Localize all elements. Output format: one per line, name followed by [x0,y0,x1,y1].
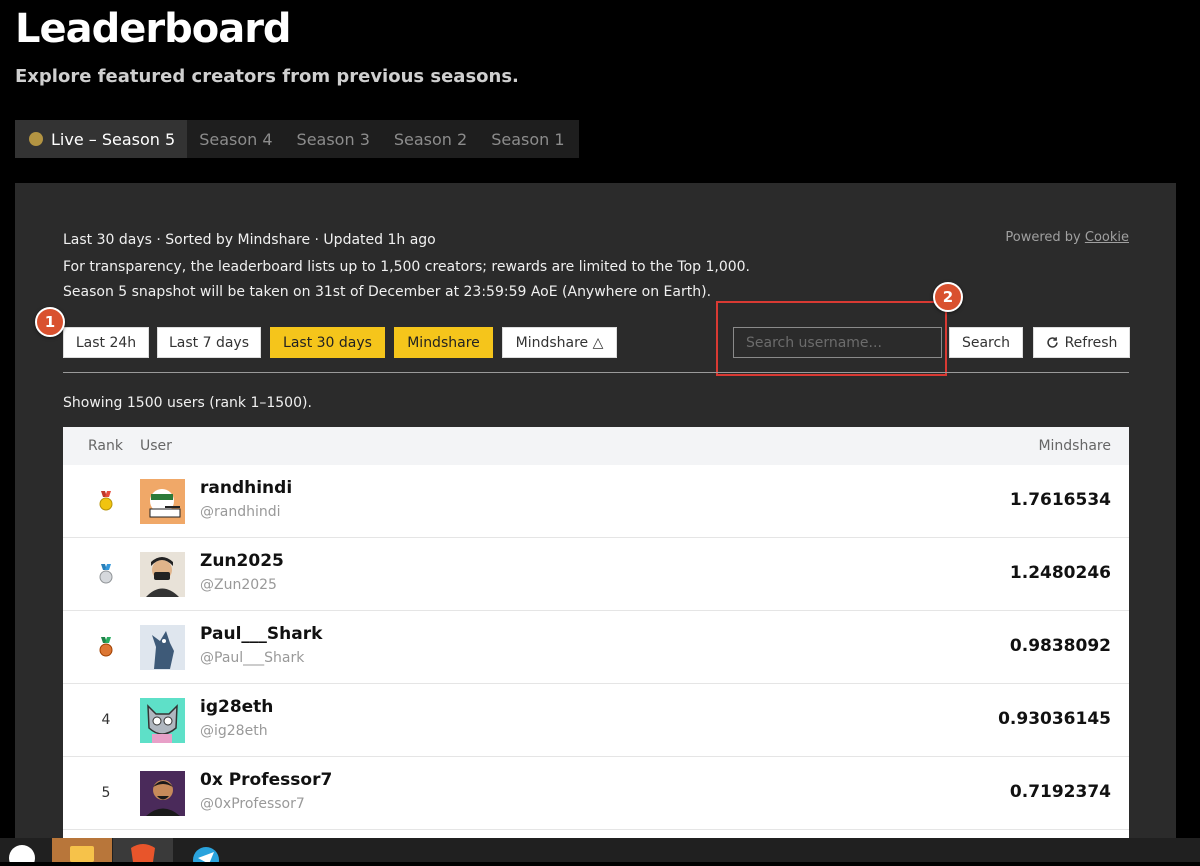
zalo-app-icon[interactable] [2,838,38,866]
annotation-badge-2: 2 [933,282,963,312]
tab-season-4[interactable]: Season 4 [187,120,284,158]
rank-cell [91,538,121,610]
tab-season-2[interactable]: Season 2 [382,120,479,158]
last-30-days-button[interactable]: Last 30 days [270,327,385,358]
rank-number: 5 [101,785,111,801]
last-24h-button[interactable]: Last 24h [63,327,149,358]
avatar[interactable] [140,698,185,743]
avatar[interactable] [140,479,185,524]
mindshare-value: 0.7192374 [1009,782,1111,802]
leaderboard-table: Rank User Mindshare randhindi @randhindi… [63,427,1129,862]
table-row[interactable]: randhindi @randhindi 1.7616534 [63,465,1129,538]
season-tabs: Live – Season 5 Season 4 Season 3 Season… [15,120,579,158]
page-subtitle: Explore featured creators from previous … [15,66,519,87]
tab-live-season-5[interactable]: Live – Season 5 [15,120,188,158]
telegram-app-icon[interactable] [188,838,224,866]
mindshare-sort-button[interactable]: Mindshare △ [502,327,617,358]
user-handle: @randhindi [200,504,281,520]
refresh-icon [1046,337,1058,348]
table-row[interactable]: Zun2025 @Zun2025 1.2480246 [63,538,1129,611]
username[interactable]: 0x Professor7 [200,770,332,790]
live-indicator-icon [29,132,43,146]
info-snapshot: Season 5 snapshot will be taken on 31st … [63,284,712,300]
avatar[interactable] [140,771,185,816]
notes-app-icon[interactable] [52,838,112,862]
username[interactable]: Paul___Shark [200,624,322,644]
mindshare-value: 0.93036145 [998,709,1111,729]
leaderboard-panel: Last 30 days · Sorted by Mindshare · Upd… [15,183,1176,862]
rank-cell [91,465,121,537]
user-handle: @Paul___Shark [200,650,305,666]
username[interactable]: randhindi [200,478,292,498]
mindshare-value: 1.2480246 [1009,563,1111,583]
info-transparency: For transparency, the leaderboard lists … [63,259,751,275]
mindshare-value: 1.7616534 [1009,490,1111,510]
avatar[interactable] [140,625,185,670]
table-row[interactable]: Paul___Shark @Paul___Shark 0.9838092 [63,611,1129,684]
user-handle: @0xProfessor7 [200,796,305,812]
tab-label: Live – Season 5 [51,129,176,149]
cookie-link[interactable]: Cookie [1085,230,1129,245]
mindshare-value: 0.9838092 [1009,636,1111,656]
taskbar [0,838,1200,866]
bronze-medal-icon [99,637,113,657]
mindshare-header: Mindshare [1038,438,1111,454]
page-title: Leaderboard [15,6,292,52]
last-7-days-button[interactable]: Last 7 days [157,327,261,358]
user-header: User [140,438,172,454]
info-summary: Last 30 days · Sorted by Mindshare · Upd… [63,232,436,248]
username[interactable]: Zun2025 [200,551,284,571]
table-header: Rank User Mindshare [63,427,1129,465]
refresh-button[interactable]: Refresh [1033,327,1130,358]
tab-season-1[interactable]: Season 1 [479,120,576,158]
powered-by-label: Powered by [1005,230,1081,245]
divider [63,372,1129,373]
showing-count: Showing 1500 users (rank 1–1500). [63,395,312,411]
user-handle: @Zun2025 [200,577,277,593]
powered-by: Powered by Cookie [1005,230,1129,245]
tab-season-3[interactable]: Season 3 [285,120,382,158]
annotation-badge-1: 1 [35,307,65,337]
table-row[interactable]: 4 ig28eth @ig28eth 0.93036145 [63,684,1129,757]
avatar[interactable] [140,552,185,597]
mindshare-button[interactable]: Mindshare [394,327,493,358]
silver-medal-icon [99,564,113,584]
table-row[interactable]: 5 0x Professor7 @0xProfessor7 0.7192374 [63,757,1129,830]
user-handle: @ig28eth [200,723,268,739]
search-button[interactable]: Search [949,327,1023,358]
rank-number: 4 [101,712,111,728]
search-input[interactable] [733,327,942,358]
rank-cell [91,611,121,683]
username[interactable]: ig28eth [200,697,273,717]
rank-header: Rank [88,438,123,454]
gold-medal-icon [99,491,113,511]
brave-browser-icon[interactable] [113,838,173,862]
refresh-label: Refresh [1064,334,1118,351]
